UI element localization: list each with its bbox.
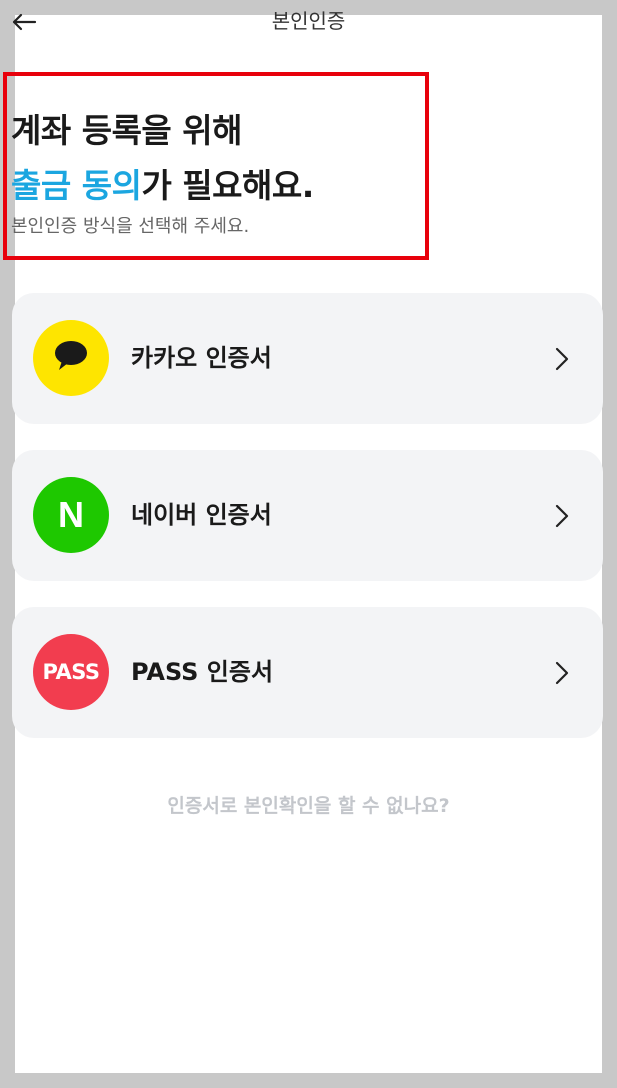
naver-logo: N bbox=[33, 477, 109, 553]
kakao-chat-bubble-icon bbox=[53, 340, 89, 376]
headline-accent: 출금 동의 bbox=[11, 166, 142, 205]
screen: 본인인증 계좌 등록을 위해 출금 동의가 필요해요. 본인인증 방식을 선택해… bbox=[3, 9, 603, 1073]
cannot-verify-link[interactable]: 인증서로 본인확인을 할 수 없나요? bbox=[15, 791, 602, 818]
pass-cert-option[interactable]: PASS PASS 인증서 bbox=[12, 607, 603, 738]
option-label: 카카오 인증서 bbox=[131, 344, 272, 372]
header: 본인인증 bbox=[12, 9, 602, 45]
naver-cert-option[interactable]: N 네이버 인증서 bbox=[12, 450, 603, 581]
chevron-right-icon bbox=[551, 347, 573, 371]
headline-line-1: 계좌 등록을 위해 bbox=[11, 111, 242, 150]
naver-n-icon: N bbox=[58, 494, 84, 535]
kakao-cert-option[interactable]: 카카오 인증서 bbox=[12, 293, 603, 424]
chevron-right-icon bbox=[551, 661, 573, 685]
headline-line-2: 출금 동의가 필요해요. bbox=[11, 158, 314, 213]
headline-rest: 가 필요해요. bbox=[141, 166, 314, 205]
option-label: PASS 인증서 bbox=[131, 658, 274, 686]
pass-logo: PASS bbox=[33, 634, 109, 710]
pass-logo-text: PASS bbox=[42, 660, 100, 684]
chevron-right-icon bbox=[551, 504, 573, 528]
kakao-logo bbox=[33, 320, 109, 396]
headline: 계좌 등록을 위해 출금 동의가 필요해요. bbox=[11, 103, 314, 213]
option-label: 네이버 인증서 bbox=[131, 501, 272, 529]
subtitle: 본인인증 방식을 선택해 주세요. bbox=[11, 216, 250, 237]
page-title: 본인인증 bbox=[271, 9, 346, 33]
